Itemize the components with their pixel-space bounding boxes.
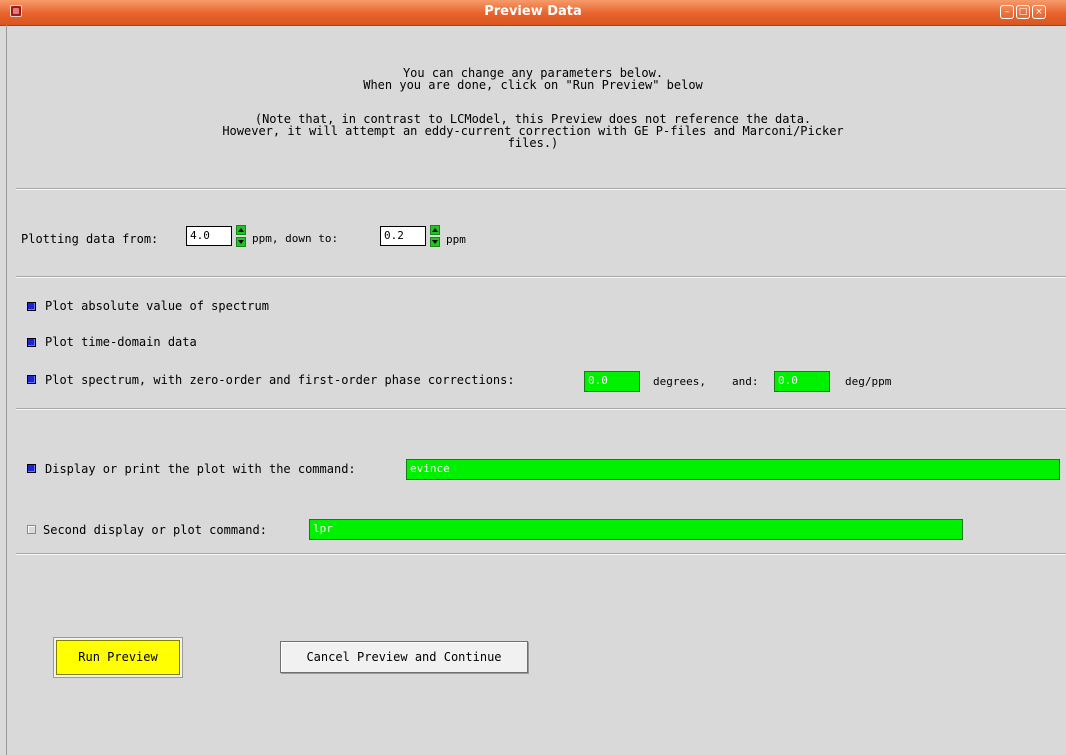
time-domain-label: Plot time-domain data: [45, 335, 197, 349]
close-button[interactable]: ×: [1032, 5, 1046, 19]
window-title: Preview Data: [484, 4, 582, 19]
note-text: (Note that, in contrast to LCModel, this…: [222, 112, 844, 150]
phase1-unit: deg/ppm: [845, 375, 892, 388]
run-preview-button[interactable]: Run Preview: [56, 640, 180, 675]
spin-up-icon[interactable]: [236, 225, 246, 235]
separator: [16, 553, 1066, 555]
spin-down-icon[interactable]: [236, 237, 246, 247]
phase1-input[interactable]: 0.0: [774, 371, 830, 392]
range-from-input[interactable]: 4.0: [186, 226, 232, 246]
range-from-spinner[interactable]: [236, 225, 246, 247]
spin-down-icon[interactable]: [430, 237, 440, 247]
abs-checkbox[interactable]: [27, 302, 36, 311]
time-domain-checkbox[interactable]: [27, 338, 36, 347]
maximize-button[interactable]: □: [1016, 5, 1030, 19]
separator: [16, 188, 1066, 190]
and-label: and:: [732, 375, 759, 388]
title-bar[interactable]: Preview Data – □ ×: [0, 0, 1066, 26]
range-from-unit: ppm, down to:: [252, 232, 339, 245]
display-command-label: Display or print the plot with the comma…: [45, 462, 356, 476]
second-command-label: Second display or plot command:: [43, 523, 267, 537]
range-to-input[interactable]: 0.2: [380, 226, 426, 246]
phase-label: Plot spectrum, with zero-order and first…: [45, 373, 515, 387]
separator: [16, 408, 1066, 410]
phase-checkbox[interactable]: [27, 375, 36, 384]
display-command-input[interactable]: evince: [406, 459, 1060, 480]
separator: [16, 276, 1066, 278]
second-command-input[interactable]: lpr: [309, 519, 963, 540]
minimize-button[interactable]: –: [1000, 5, 1014, 19]
phase0-input[interactable]: 0.0: [584, 371, 640, 392]
range-from-label: Plotting data from:: [21, 232, 159, 246]
cancel-preview-button[interactable]: Cancel Preview and Continue: [280, 641, 528, 673]
abs-label: Plot absolute value of spectrum: [45, 299, 269, 313]
range-to-spinner[interactable]: [430, 225, 440, 247]
spin-up-icon[interactable]: [430, 225, 440, 235]
display-command-checkbox[interactable]: [27, 464, 36, 473]
range-to-unit: ppm: [446, 233, 466, 246]
phase0-unit: degrees,: [653, 375, 706, 388]
second-command-checkbox[interactable]: [27, 525, 36, 534]
instructions-text: You can change any parameters below. Whe…: [363, 66, 703, 92]
